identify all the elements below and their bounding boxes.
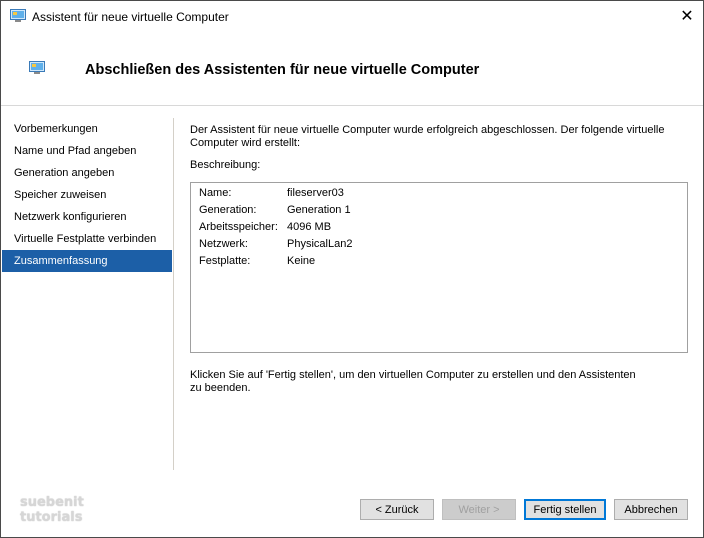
nav-item-generation[interactable]: Generation angeben xyxy=(2,162,172,184)
summary-value: PhysicalLan2 xyxy=(287,238,353,250)
nav-item-speicher[interactable]: Speicher zuweisen xyxy=(2,184,172,206)
watermark-logo: suebenit tutorials xyxy=(20,495,84,525)
summary-value: Keine xyxy=(287,255,316,267)
title-bar: Assistent für neue virtuelle Computer ✕ xyxy=(1,1,703,32)
wizard-window: Assistent für neue virtuelle Computer ✕ … xyxy=(0,0,704,538)
summary-value: 4096 MB xyxy=(287,221,332,233)
summary-content: Der Assistent für neue virtuelle Compute… xyxy=(190,124,690,394)
wizard-steps-nav: Vorbemerkungen Name und Pfad angeben Gen… xyxy=(2,118,172,272)
nav-item-festplatte[interactable]: Virtuelle Festplatte verbinden xyxy=(2,228,172,250)
wizard-footer: suebenit tutorials < Zurück Weiter > Fer… xyxy=(1,479,703,537)
description-label: Beschreibung: xyxy=(190,159,261,171)
virtual-machine-icon xyxy=(29,61,45,74)
watermark-line: suebenit xyxy=(20,495,84,510)
window-title: Assistent für neue virtuelle Computer xyxy=(32,10,229,24)
nav-divider xyxy=(173,118,174,470)
finish-button[interactable]: Fertig stellen xyxy=(524,499,606,520)
summary-key: Festplatte: xyxy=(199,255,251,267)
close-button[interactable]: ✕ xyxy=(671,1,703,31)
nav-item-name-und-pfad[interactable]: Name und Pfad angeben xyxy=(2,140,172,162)
back-button[interactable]: < Zurück xyxy=(360,499,434,520)
summary-key: Name: xyxy=(199,187,232,199)
summary-key: Arbeitsspeicher: xyxy=(199,221,278,233)
nav-item-zusammenfassung[interactable]: Zusammenfassung xyxy=(2,250,172,272)
wizard-header: Abschließen des Assistenten für neue vir… xyxy=(1,32,703,106)
summary-key: Netzwerk: xyxy=(199,238,248,250)
watermark-line: tutorials xyxy=(20,510,83,525)
summary-key: Generation: xyxy=(199,204,257,216)
summary-value: fileserver03 xyxy=(287,187,344,199)
page-title: Abschließen des Assistenten für neue vir… xyxy=(85,62,480,78)
virtual-machine-icon xyxy=(10,9,26,22)
finish-instructions: Klicken Sie auf 'Fertig stellen', um den… xyxy=(190,369,636,394)
nav-item-netzwerk[interactable]: Netzwerk konfigurieren xyxy=(2,206,172,228)
nav-item-vorbemerkungen[interactable]: Vorbemerkungen xyxy=(2,118,172,140)
intro-text: Der Assistent für neue virtuelle Compute… xyxy=(190,124,665,149)
next-button[interactable]: Weiter > xyxy=(442,499,516,520)
description-box[interactable]: Name: fileserver03 Generation: Generatio… xyxy=(190,182,688,353)
cancel-button[interactable]: Abbrechen xyxy=(614,499,688,520)
summary-value: Generation 1 xyxy=(287,204,351,216)
wizard-body: Vorbemerkungen Name und Pfad angeben Gen… xyxy=(1,106,703,479)
close-icon: ✕ xyxy=(680,8,694,25)
